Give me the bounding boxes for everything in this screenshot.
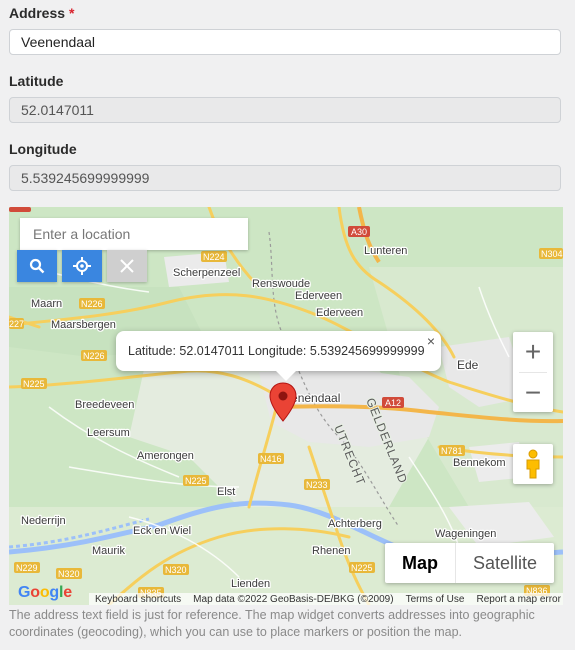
svg-text:N304: N304 xyxy=(541,249,563,259)
terms-link[interactable]: Terms of Use xyxy=(406,594,465,605)
svg-text:N416: N416 xyxy=(260,454,282,464)
place-nederrijn: Nederrijn xyxy=(21,515,66,527)
address-value: Veenendaal xyxy=(21,34,95,50)
place-breedeveen: Breedeveen xyxy=(75,399,134,411)
place-scherpenzeel: Scherpenzeel xyxy=(173,267,240,279)
latitude-label: Latitude xyxy=(9,73,64,89)
map-data-text: Map data ©2022 GeoBasis-DE/BKG (©2009) xyxy=(193,594,394,605)
place-maurik: Maurik xyxy=(92,545,126,557)
svg-text:N225: N225 xyxy=(185,476,207,486)
svg-text:227: 227 xyxy=(9,319,24,329)
svg-text:N226: N226 xyxy=(83,351,105,361)
address-label: Address * xyxy=(9,5,75,21)
help-text: The address text field is just for refer… xyxy=(9,608,535,639)
svg-text:N224: N224 xyxy=(203,252,225,262)
svg-text:N781: N781 xyxy=(441,446,463,456)
place-leersum: Leersum xyxy=(87,427,130,439)
svg-text:N320: N320 xyxy=(58,569,80,579)
keyboard-shortcuts-link[interactable]: Keyboard shortcuts xyxy=(95,594,181,605)
close-icon xyxy=(120,259,134,273)
locate-button[interactable] xyxy=(62,250,102,282)
place-lunteren: Lunteren xyxy=(364,245,407,257)
zoom-in-button[interactable]: + xyxy=(513,332,553,372)
clear-button[interactable] xyxy=(107,250,147,282)
place-rhenen: Rhenen xyxy=(312,545,351,557)
svg-text:N226: N226 xyxy=(81,299,103,309)
map-type-satellite-button[interactable]: Satellite xyxy=(456,543,554,583)
place-elst: Elst xyxy=(217,486,235,498)
longitude-label: Longitude xyxy=(9,141,77,157)
crosshair-icon xyxy=(73,257,91,275)
longitude-field[interactable]: 5.539245699999999 xyxy=(9,165,561,191)
svg-text:N233: N233 xyxy=(306,480,328,490)
map-attribution: Keyboard shortcuts Map data ©2022 GeoBas… xyxy=(89,593,563,605)
map-canvas[interactable]: A30 N224 N226 N226 227 N225 N416 N233 A1… xyxy=(9,207,563,605)
svg-text:N229: N229 xyxy=(16,563,38,573)
location-search-input[interactable]: Enter a location xyxy=(20,218,248,250)
place-bennekom: Bennekom xyxy=(453,457,506,469)
map-type-map-button[interactable]: Map xyxy=(385,543,456,583)
place-ederveen: Ederveen xyxy=(295,290,342,302)
place-maarn: Maarn xyxy=(31,298,62,310)
place-ederveen-2: Ederveen xyxy=(316,307,363,319)
place-achterberg: Achterberg xyxy=(328,518,382,530)
search-icon xyxy=(29,258,45,274)
zoom-control: + − xyxy=(513,332,553,412)
map-type-control: Map Satellite xyxy=(385,543,554,583)
info-window: Latitude: 52.0147011 Longitude: 5.539245… xyxy=(116,331,441,381)
place-eck-en-wiel: Eck en Wiel xyxy=(133,525,191,537)
search-button[interactable] xyxy=(17,250,57,282)
info-window-text: Latitude: 52.0147011 Longitude: 5.539245… xyxy=(128,344,425,358)
place-wageningen: Wageningen xyxy=(435,528,496,540)
google-logo: Google xyxy=(18,584,72,601)
svg-text:N320: N320 xyxy=(165,565,187,575)
svg-text:N225: N225 xyxy=(23,379,45,389)
place-maarsbergen: Maarsbergen xyxy=(51,319,116,331)
place-amerongen: Amerongen xyxy=(137,450,194,462)
report-error-link[interactable]: Report a map error xyxy=(476,594,560,605)
longitude-value: 5.539245699999999 xyxy=(21,170,150,186)
street-view-button[interactable] xyxy=(513,444,553,484)
latitude-field[interactable]: 52.0147011 xyxy=(9,97,561,123)
svg-text:N225: N225 xyxy=(351,563,373,573)
latitude-value: 52.0147011 xyxy=(21,102,94,118)
address-input[interactable]: Veenendaal xyxy=(9,29,561,55)
place-lienden: Lienden xyxy=(231,578,270,590)
info-window-close-icon[interactable]: × xyxy=(427,333,435,349)
pegman-icon xyxy=(526,449,540,479)
place-renswoude: Renswoude xyxy=(252,278,310,290)
zoom-out-button[interactable]: − xyxy=(513,373,553,412)
svg-text:A30: A30 xyxy=(351,227,367,237)
svg-text:A12: A12 xyxy=(385,398,401,408)
place-ede: Ede xyxy=(457,358,479,372)
required-mark: * xyxy=(69,5,75,21)
